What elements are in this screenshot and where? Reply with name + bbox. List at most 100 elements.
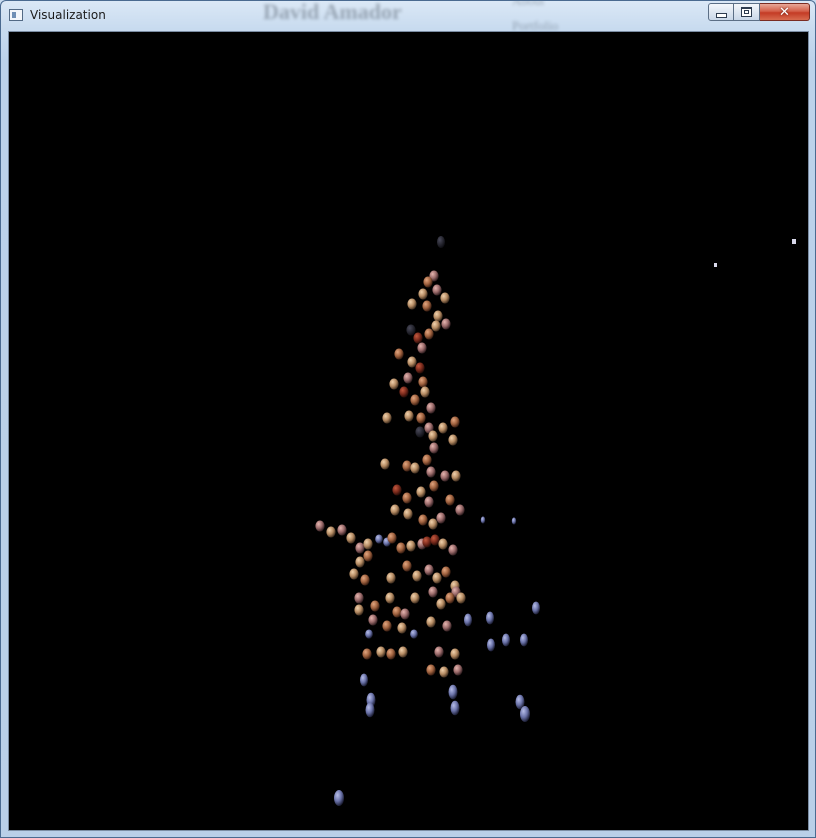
particle [438,538,448,550]
window-title: Visualization [30,8,106,22]
particle [455,504,465,516]
particle [354,592,364,604]
particle [394,348,404,360]
particle [346,532,356,544]
application-window: David Amador About Portfolio Visualizati… [0,0,816,838]
particle [441,318,451,330]
particle [398,646,408,658]
particle [453,664,463,676]
app-window-icon[interactable] [9,9,23,21]
particle [387,532,397,544]
particle [445,494,455,506]
particle [349,568,359,580]
particle [426,664,436,676]
particle [403,372,413,384]
particle [410,462,420,474]
particle [480,516,486,524]
particle [326,526,336,538]
particle [428,586,438,598]
particle [520,706,530,722]
particle [450,648,460,660]
particle [380,458,390,470]
particle [442,620,452,632]
particle [410,592,420,604]
minimize-icon [715,12,727,18]
particle [382,412,392,424]
particle [434,646,444,658]
close-button[interactable]: ✕ [760,3,810,21]
particle [418,288,428,300]
particle [337,524,347,536]
particle [424,328,434,340]
particle [440,470,450,482]
visualization-canvas[interactable] [8,31,809,831]
particle [438,422,448,434]
title-bar[interactable]: Visualization ✕ [1,1,815,31]
particle [448,544,458,556]
particle [792,239,796,244]
maximize-button[interactable] [734,3,760,21]
particle [418,376,428,388]
particle [420,386,430,398]
particle [365,629,373,639]
particle-scene [315,236,796,806]
particle [426,616,436,628]
particle [428,518,438,530]
particle [397,622,407,634]
particle [382,620,392,632]
particle [363,550,373,562]
particle [424,564,434,576]
particle [407,356,417,368]
particle [424,496,434,508]
particle [441,566,451,578]
particle [456,592,466,604]
particle [406,324,416,336]
particle [418,514,428,526]
particle [436,598,446,610]
particle [426,402,436,414]
particle [450,700,460,716]
close-icon: ✕ [779,4,790,20]
particle [439,666,449,678]
particle [430,534,440,546]
particle [448,684,458,700]
particle [436,512,446,524]
particle [386,648,396,660]
particle [385,592,395,604]
particle [400,608,410,620]
particle [360,574,370,586]
particle [428,430,438,442]
particle [415,426,425,438]
particle [422,454,432,466]
particle [402,560,412,572]
particle [426,466,436,478]
particle [502,633,510,647]
particle [375,534,383,544]
particle [448,434,458,446]
particle [433,310,443,322]
particle [410,629,418,639]
particle [362,648,372,660]
particle [407,298,417,310]
particle [532,601,540,615]
particle [429,442,439,454]
particle [402,492,412,504]
particle [360,673,368,687]
particle [464,613,472,627]
particle [315,520,325,532]
particle [363,538,373,550]
particle [423,276,433,288]
particle [334,790,344,806]
particle [399,386,409,398]
particle [451,470,461,482]
particle [487,638,495,652]
particle [355,556,365,568]
particle [415,362,425,374]
particle [412,570,422,582]
minimize-button[interactable] [708,3,734,21]
particle [386,572,396,584]
particle [370,600,380,612]
particle [376,646,386,658]
particle [416,412,426,424]
particle [390,504,400,516]
